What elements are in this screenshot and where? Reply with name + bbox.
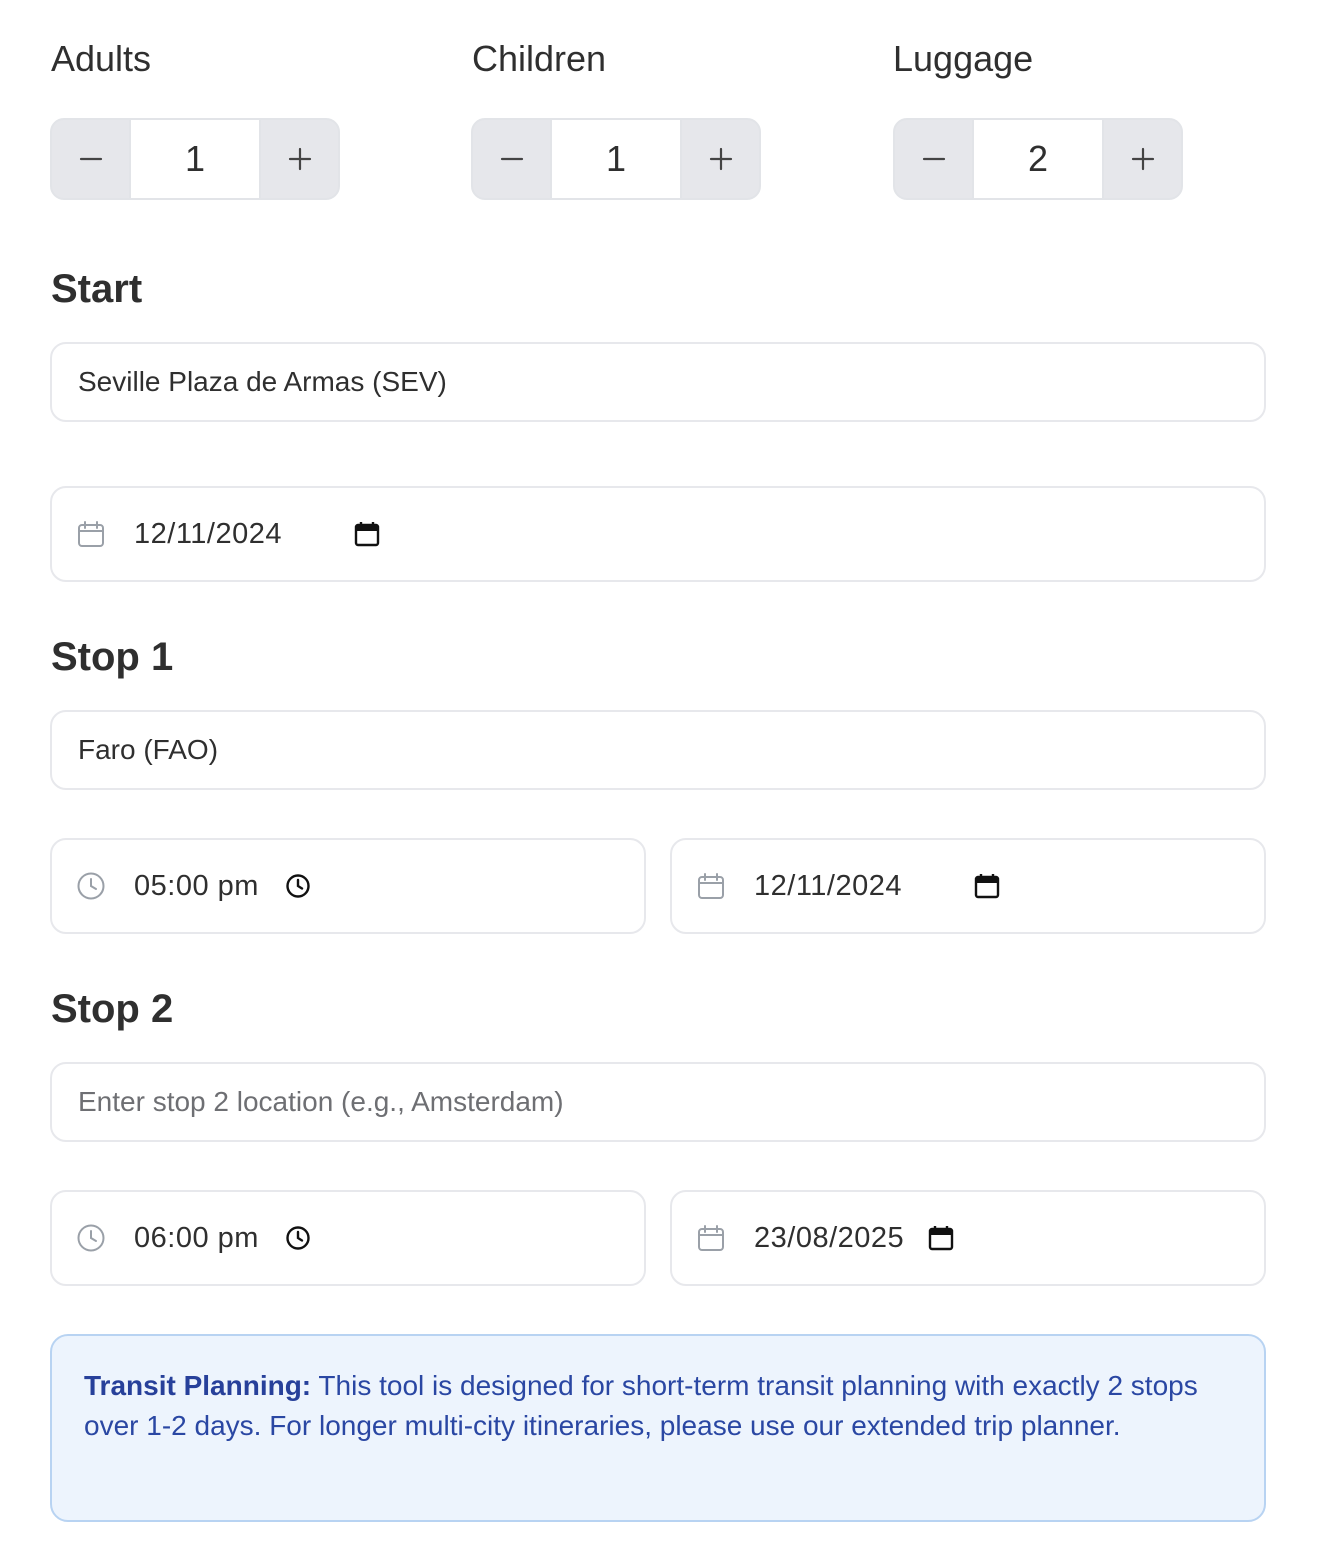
calendar-picker-icon[interactable] bbox=[354, 521, 380, 547]
minus-icon bbox=[500, 157, 523, 161]
children-label: Children bbox=[472, 38, 607, 79]
minus-icon bbox=[79, 157, 102, 161]
clock-icon bbox=[76, 1223, 106, 1253]
calendar-picker-icon[interactable] bbox=[974, 873, 1000, 899]
calendar-picker-icon[interactable] bbox=[928, 1225, 954, 1251]
children-value[interactable]: 1 bbox=[550, 120, 682, 198]
stop2-date-field[interactable]: 23/08/2025 bbox=[670, 1190, 1266, 1286]
adults-decrement-button[interactable] bbox=[52, 120, 129, 198]
luggage-increment-button[interactable] bbox=[1104, 120, 1181, 198]
plus-icon bbox=[709, 147, 732, 171]
calendar-icon bbox=[696, 871, 726, 901]
transit-planning-notice: Transit Planning: This tool is designed … bbox=[50, 1334, 1266, 1522]
stop1-date-value: 12/11/2024 bbox=[754, 869, 902, 902]
stop2-date-value: 23/08/2025 bbox=[754, 1221, 905, 1254]
stop1-time-value: 05:00 pm bbox=[134, 869, 259, 902]
plus-icon bbox=[1131, 147, 1154, 171]
stop1-title: Stop 1 bbox=[51, 635, 174, 679]
children-increment-button[interactable] bbox=[682, 120, 759, 198]
start-date-value: 12/11/2024 bbox=[134, 517, 282, 550]
clock-icon bbox=[76, 871, 106, 901]
start-location-value: Seville Plaza de Armas (SEV) bbox=[78, 366, 447, 397]
clock-picker-icon[interactable] bbox=[285, 1225, 311, 1251]
start-title: Start bbox=[51, 267, 143, 311]
plus-icon bbox=[288, 147, 311, 171]
luggage-stepper: 2 bbox=[893, 118, 1183, 200]
stop2-location-placeholder: Enter stop 2 location (e.g., Amsterdam) bbox=[78, 1086, 564, 1117]
children-decrement-button[interactable] bbox=[473, 120, 550, 198]
clock-picker-icon[interactable] bbox=[285, 873, 311, 899]
notice-heading: Transit Planning: bbox=[84, 1370, 312, 1401]
stop1-location-value: Faro (FAO) bbox=[78, 734, 219, 765]
start-location-input[interactable]: Seville Plaza de Armas (SEV) bbox=[50, 342, 1266, 422]
stop1-time-field[interactable]: 05:00 pm bbox=[50, 838, 646, 934]
start-date-field[interactable]: 12/11/2024 bbox=[50, 486, 1266, 582]
stop1-location-input[interactable]: Faro (FAO) bbox=[50, 710, 1266, 790]
stop2-title: Stop 2 bbox=[51, 987, 174, 1031]
adults-value[interactable]: 1 bbox=[129, 120, 261, 198]
luggage-value[interactable]: 2 bbox=[972, 120, 1104, 198]
stop2-location-input[interactable]: Enter stop 2 location (e.g., Amsterdam) bbox=[50, 1062, 1266, 1142]
children-stepper: 1 bbox=[471, 118, 761, 200]
calendar-icon bbox=[76, 519, 106, 549]
luggage-label: Luggage bbox=[893, 38, 1034, 79]
adults-label: Adults bbox=[51, 38, 152, 79]
stop2-time-value: 06:00 pm bbox=[134, 1221, 259, 1254]
stop2-time-field[interactable]: 06:00 pm bbox=[50, 1190, 646, 1286]
adults-increment-button[interactable] bbox=[261, 120, 338, 198]
minus-icon bbox=[922, 157, 945, 161]
adults-stepper: 1 bbox=[50, 118, 340, 200]
calendar-icon bbox=[696, 1223, 726, 1253]
stop1-date-field[interactable]: 12/11/2024 bbox=[670, 838, 1266, 934]
luggage-decrement-button[interactable] bbox=[895, 120, 972, 198]
